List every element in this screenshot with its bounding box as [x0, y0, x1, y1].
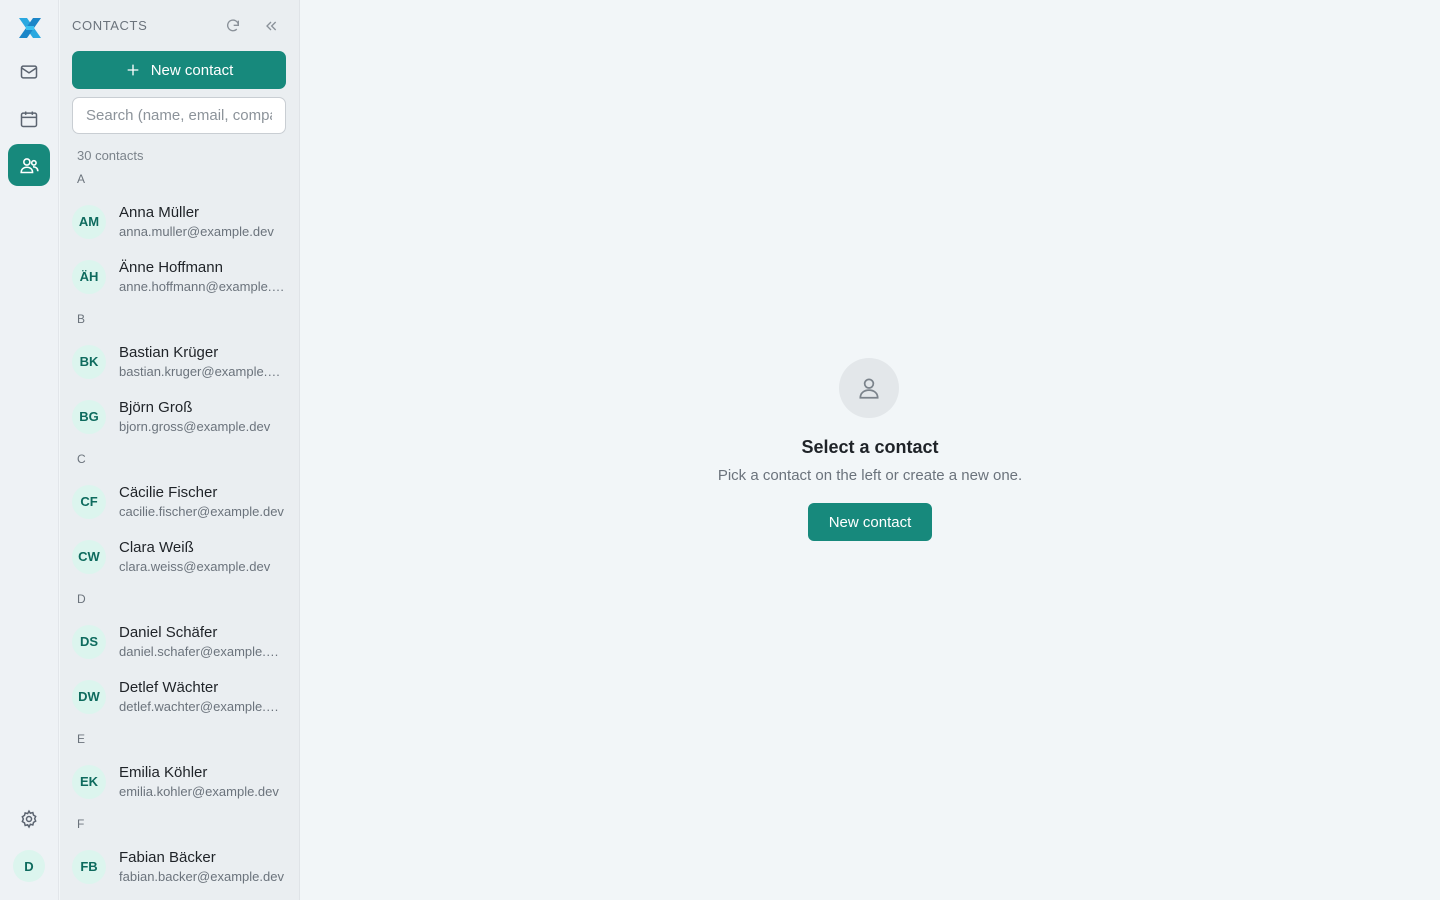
contact-avatar: ÄH: [72, 259, 106, 294]
contact-text: Daniel Schäfer daniel.schafer@example.dev: [119, 623, 286, 660]
contact-text: Emilia Köhler emilia.kohler@example.dev: [119, 763, 286, 800]
contact-avatar: CF: [72, 484, 106, 519]
contact-text: Björn Groß bjorn.gross@example.dev: [119, 398, 286, 435]
plus-icon: [127, 64, 139, 76]
collapse-chevrons-icon[interactable]: [261, 16, 281, 36]
contact-text: Fabian Bäcker fabian.backer@example.dev: [119, 848, 286, 885]
person-icon: [839, 358, 899, 418]
contact-name: Emilia Köhler: [119, 764, 208, 781]
contact-avatar: AM: [72, 204, 106, 239]
empty-state-subtitle: Pick a contact on the left or create a n…: [717, 467, 1023, 484]
settings-gear-icon[interactable]: [8, 798, 50, 840]
contact-text: Cäcilie Fischer cacilie.fischer@example.d…: [119, 483, 286, 520]
calendar-icon[interactable]: [8, 98, 50, 140]
user-avatar[interactable]: D: [13, 850, 45, 882]
app-rail: D: [0, 0, 59, 900]
contact-avatar: FB: [72, 849, 106, 884]
group-letter: A: [77, 172, 86, 186]
contacts-panel: CONTACTS New contact 30 contacts A AM Anna…: [60, 0, 300, 900]
contact-name: Clara Weiß: [119, 539, 194, 556]
search-input[interactable]: [72, 97, 286, 134]
contact-email: clara.weiss@example.dev: [119, 559, 271, 574]
contact-detail-empty-state: Select a contact Pick a contact on the l…: [300, 0, 1440, 900]
contact-text: Clara Weiß clara.weiss@example.dev: [119, 538, 286, 575]
group-letter: B: [77, 312, 86, 326]
contact-email: anne.hoffmann@example.dev: [119, 279, 286, 294]
group-letter: C: [77, 452, 86, 466]
contact-avatar: DS: [72, 624, 106, 659]
contact-name: Änne Hoffmann: [119, 259, 223, 276]
contact-text: Detlef Wächter detlef.wachter@example.dev: [119, 678, 286, 715]
app-logo-icon[interactable]: [15, 14, 45, 42]
contact-avatar: EK: [72, 764, 106, 799]
new-contact-label: New contact: [150, 61, 234, 79]
contact-list-item[interactable]: DW Detlef Wächter detlef.wachter@example.d…: [60, 669, 299, 724]
contact-name: Detlef Wächter: [119, 679, 219, 696]
contact-list-item[interactable]: AM Anna Müller anna.muller@example.dev: [60, 194, 299, 249]
panel-header: CONTACTS: [72, 16, 288, 36]
contact-email: detlef.wachter@example.dev: [119, 699, 286, 714]
contact-email: cacilie.fischer@example.dev: [119, 504, 284, 519]
contact-name: Fabian Bäcker: [119, 849, 216, 866]
contact-list-item[interactable]: CW Clara Weiß clara.weiss@example.dev: [60, 529, 299, 584]
contact-list-item[interactable]: CF Cäcilie Fischer cacilie.fischer@example…: [60, 474, 299, 529]
contact-avatar: DW: [72, 679, 106, 714]
contact-text: Bastian Krüger bastian.kruger@example.dev: [119, 343, 286, 380]
contact-email: fabian.backer@example.dev: [119, 869, 284, 884]
contact-list-item[interactable]: ÄH Änne Hoffmann anne.hoffmann@example.dev: [60, 249, 299, 304]
mail-icon[interactable]: [8, 51, 50, 93]
group-letter: F: [77, 817, 85, 831]
contact-email: daniel.schafer@example.dev: [119, 644, 286, 659]
contact-email: anna.muller@example.dev: [119, 224, 274, 239]
contact-name: Daniel Schäfer: [119, 624, 218, 641]
contact-list: A AM Anna Müller anna.muller@example.dev ÄH Ä…: [60, 164, 299, 900]
contact-name: Anna Müller: [119, 204, 200, 221]
contact-avatar: BK: [72, 344, 106, 379]
contact-email: bjorn.gross@example.dev: [119, 419, 271, 434]
contact-name: Cäcilie Fischer: [119, 484, 218, 501]
contact-list-item[interactable]: DS Daniel Schäfer daniel.schafer@example.d…: [60, 614, 299, 669]
contact-email: emilia.kohler@example.dev: [119, 784, 279, 799]
contact-list-item[interactable]: BK Bastian Krüger bastian.kruger@example.d…: [60, 334, 299, 389]
group-letter: D: [77, 592, 86, 606]
empty-state-new-contact-button[interactable]: New contact: [808, 503, 932, 541]
new-contact-button[interactable]: New contact: [72, 51, 286, 89]
contact-list-item[interactable]: BG Björn Groß bjorn.gross@example.dev: [60, 389, 299, 444]
contact-avatar: BG: [72, 399, 106, 434]
contacts-count: 30 contacts: [77, 148, 144, 163]
contact-text: Anna Müller anna.muller@example.dev: [119, 203, 286, 240]
contacts-icon[interactable]: [8, 144, 50, 186]
contact-name: Bastian Krüger: [119, 344, 219, 361]
contact-avatar: CW: [72, 539, 106, 574]
group-letter: G: [60, 894, 299, 900]
contact-name: Björn Groß: [119, 399, 193, 416]
contact-list-item[interactable]: EK Emilia Köhler emilia.kohler@example.dev: [60, 754, 299, 809]
empty-state-title: Select a contact: [801, 437, 939, 457]
contact-list-item[interactable]: FB Fabian Bäcker fabian.backer@example.dev: [60, 839, 299, 894]
refresh-icon[interactable]: [223, 16, 243, 36]
panel-title: CONTACTS: [72, 18, 148, 33]
group-letter: E: [77, 732, 86, 746]
contact-email: bastian.kruger@example.dev: [119, 364, 286, 379]
contact-text: Änne Hoffmann anne.hoffmann@example.dev: [119, 258, 286, 295]
